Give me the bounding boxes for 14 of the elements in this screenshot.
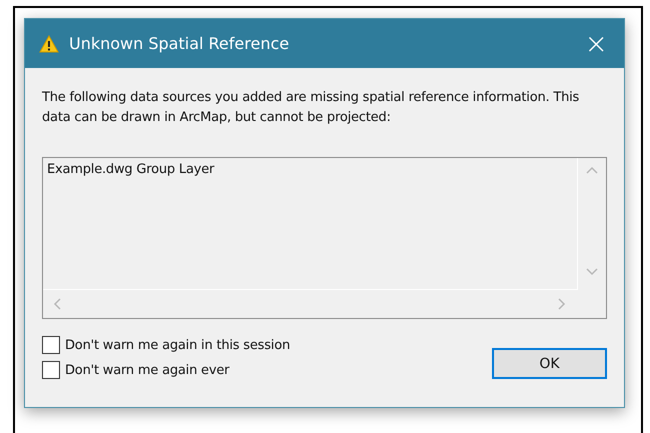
scroll-up-icon[interactable] bbox=[586, 166, 598, 174]
scroll-down-icon[interactable] bbox=[586, 268, 598, 276]
ok-button[interactable]: OK bbox=[492, 348, 607, 379]
window-title: Unknown Spatial Reference bbox=[69, 34, 290, 53]
list-item[interactable]: Example.dwg Group Layer bbox=[47, 162, 573, 177]
checkbox[interactable] bbox=[42, 361, 60, 379]
warning-icon bbox=[39, 34, 59, 52]
scroll-left-icon[interactable] bbox=[53, 298, 61, 310]
close-button[interactable]: × bbox=[580, 30, 612, 58]
checkbox[interactable] bbox=[42, 336, 60, 354]
message-text: The following data sources you added are missing spatial reference information. This data can be drawn in ArcMap, but cannot be projected: bbox=[42, 89, 580, 127]
scroll-right-icon[interactable] bbox=[558, 298, 566, 310]
checkbox-label: Don't warn me again ever bbox=[65, 362, 230, 378]
checkbox-label: Don't warn me again in this session bbox=[65, 338, 290, 352]
